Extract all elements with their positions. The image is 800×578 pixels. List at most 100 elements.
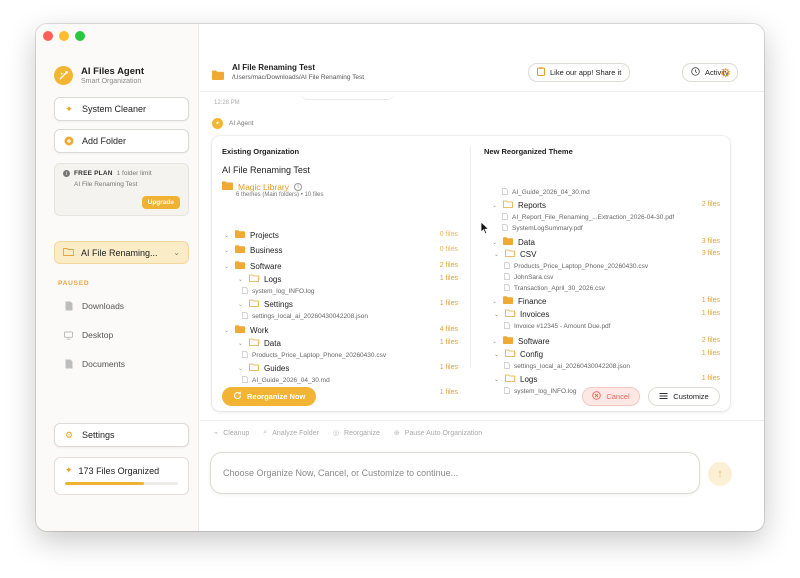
folder-icon <box>249 274 259 284</box>
chevron-down-icon[interactable]: ⌄ <box>224 263 230 270</box>
chevron-down-icon[interactable]: ⌄ <box>238 301 244 308</box>
pause-auto-organization-action[interactable]: ⊕ Pause Auto Organization <box>393 429 482 438</box>
tree-folder[interactable]: ⌄ Software <box>492 336 550 346</box>
tree-label: Transaction_April_30_2026.csv <box>514 285 605 292</box>
info-icon[interactable]: i <box>294 182 303 191</box>
chevron-down-icon[interactable]: ⌄ <box>238 276 244 283</box>
tree-folder[interactable]: ⌄ Logs <box>238 274 281 284</box>
chat-input[interactable]: Choose Organize Now, Cancel, or Customiz… <box>210 452 700 494</box>
sidebar: AI Files Agent Smart Organization ✦ Syst… <box>36 24 199 531</box>
chevron-down-icon[interactable]: ⌄ <box>494 251 500 258</box>
tree-folder[interactable]: ⌄ Work <box>224 325 269 335</box>
tree-file[interactable]: JohnSara.csv <box>504 273 553 282</box>
tree-folder[interactable]: ⌄ Reports <box>492 200 546 210</box>
tree-label: Data <box>264 338 281 348</box>
tree-file[interactable]: Transaction_April_30_2026.csv <box>504 284 605 293</box>
files-organized-count: 173 Files Organized <box>78 465 160 476</box>
tree-folder[interactable]: ⌄ Invoices <box>494 309 549 319</box>
sparkle-icon: ✦ <box>65 465 73 475</box>
chevron-down-icon[interactable]: ⌄ <box>224 232 230 239</box>
file-count: 3 files <box>701 238 720 245</box>
tree-folder[interactable]: ⌄ Projects <box>224 230 279 240</box>
tree-label: Config <box>520 349 544 359</box>
paused-item-documents[interactable]: Documents <box>64 359 125 369</box>
upgrade-button[interactable]: Upgrade <box>141 196 180 209</box>
file-count: 1 files <box>701 297 720 304</box>
reorganize-now-button[interactable]: Reorganize Now <box>222 387 317 406</box>
file-icon <box>504 362 510 371</box>
tree-label: Guides <box>264 363 290 373</box>
tree-folder[interactable]: ⌄ Settings <box>238 299 293 309</box>
close-window-button[interactable] <box>43 31 53 41</box>
share-label: Like our app! Share it <box>550 68 622 77</box>
tree-file[interactable]: system_log_INFO.log <box>242 287 315 296</box>
tree-file[interactable]: AI_Report_File_Renaming_...Extraction_20… <box>502 213 674 222</box>
tree-file[interactable]: Invoice #12345 - Amount Due.pdf <box>504 322 610 331</box>
tree-file[interactable]: settings_local_ai_20260430042208.json <box>504 362 630 371</box>
library-row[interactable]: Magic Library i <box>222 181 303 192</box>
header-title: AI File Renaming Test <box>232 63 315 72</box>
settings-button[interactable]: ⚙ Settings <box>54 423 189 447</box>
refresh-icon <box>233 391 242 402</box>
reorganize-action[interactable]: ◎ Reorganize <box>332 429 380 438</box>
tree-folder[interactable]: ⌄ Business <box>224 245 282 255</box>
tree-file[interactable]: Products_Price_Laptop_Phone_20260430.csv <box>242 351 386 360</box>
cancel-button[interactable]: Cancel <box>582 387 640 406</box>
gear-icon[interactable]: ⚙ <box>720 66 731 80</box>
tree-folder[interactable]: ⌄ Software <box>224 261 282 271</box>
chevron-down-icon[interactable]: ⌄ <box>238 340 244 347</box>
tree-folder[interactable]: ⌄ Data <box>238 338 281 348</box>
chevron-down-icon[interactable]: ⌄ <box>224 327 230 334</box>
chevron-down-icon[interactable]: ⌄ <box>492 338 498 345</box>
chevron-down-icon[interactable]: ⌄ <box>494 351 500 358</box>
send-button[interactable]: ↑ <box>708 462 732 486</box>
tree-folder[interactable]: ⌄ Finance <box>492 296 546 306</box>
folder-icon <box>503 296 513 306</box>
tree-label: AI_Guide_2026_04_30.md <box>512 189 590 196</box>
folder-icon <box>503 237 513 247</box>
tree-file[interactable]: Products_Price_Laptop_Phone_20260430.csv <box>504 262 648 271</box>
add-folder-button[interactable]: Add Folder <box>54 129 189 153</box>
tree-folder[interactable]: ⌄ Guides <box>238 363 289 373</box>
chevron-down-icon[interactable]: ⌄ <box>492 239 498 246</box>
chevron-down-icon[interactable]: ⌄ <box>492 202 498 209</box>
system-cleaner-button[interactable]: ✦ System Cleaner <box>54 97 189 121</box>
customize-button[interactable]: Customize <box>648 387 720 406</box>
tree-label: Products_Price_Laptop_Phone_20260430.csv <box>252 352 387 359</box>
folder-icon <box>63 247 74 258</box>
chevron-down-icon[interactable]: ⌄ <box>224 247 230 254</box>
customize-label: Customize <box>673 392 709 401</box>
file-icon <box>502 188 508 197</box>
maximize-window-button[interactable] <box>75 31 85 41</box>
chevron-down-icon[interactable]: ⌄ <box>494 376 500 383</box>
tree-folder[interactable]: ⌄ Config <box>494 349 543 359</box>
minimize-window-button[interactable] <box>59 31 69 41</box>
chevron-down-icon[interactable]: ⌄ <box>492 298 498 305</box>
tree-file[interactable]: settings_local_ai_20260430042208.json <box>242 312 368 321</box>
tree-folder[interactable]: ⌄ CSV <box>494 249 536 259</box>
tree-folder[interactable]: ⌄ Data <box>492 237 535 247</box>
chevron-down-icon[interactable]: ⌄ <box>494 311 500 318</box>
document-icon <box>64 359 73 369</box>
file-count: 2 files <box>701 201 720 208</box>
tree-file[interactable]: system_log_INFO.log <box>504 387 577 396</box>
brand-title: AI Files Agent <box>81 66 144 77</box>
paused-item-downloads[interactable]: Downloads <box>64 301 124 311</box>
tree-file[interactable]: SystemLogSummary.pdf <box>502 224 583 233</box>
cleanup-action[interactable]: ⌁ Cleanup <box>214 429 249 438</box>
analyze-folder-action[interactable]: ⌕ Analyze Folder <box>263 429 319 437</box>
target-icon: ◎ <box>332 430 340 437</box>
tree-folder[interactable]: ⌄ Logs <box>494 374 537 384</box>
file-icon <box>242 351 248 360</box>
pause-circle-icon: ⊕ <box>393 430 400 437</box>
file-icon <box>504 322 510 331</box>
paused-item-desktop[interactable]: Desktop <box>64 330 113 340</box>
chat-input-placeholder: Choose Organize Now, Cancel, or Customiz… <box>223 468 459 478</box>
folder-icon <box>235 245 245 255</box>
folder-icon <box>505 349 515 359</box>
chevron-down-icon[interactable]: ⌄ <box>238 365 244 372</box>
tree-file[interactable]: AI_Guide_2026_04_30.md <box>242 376 330 385</box>
active-folder-selector[interactable]: AI File Renaming... ⌄ <box>54 241 189 264</box>
tree-file[interactable]: AI_Guide_2026_04_30.md <box>502 188 590 197</box>
share-button[interactable]: Like our app! Share it <box>528 63 631 82</box>
